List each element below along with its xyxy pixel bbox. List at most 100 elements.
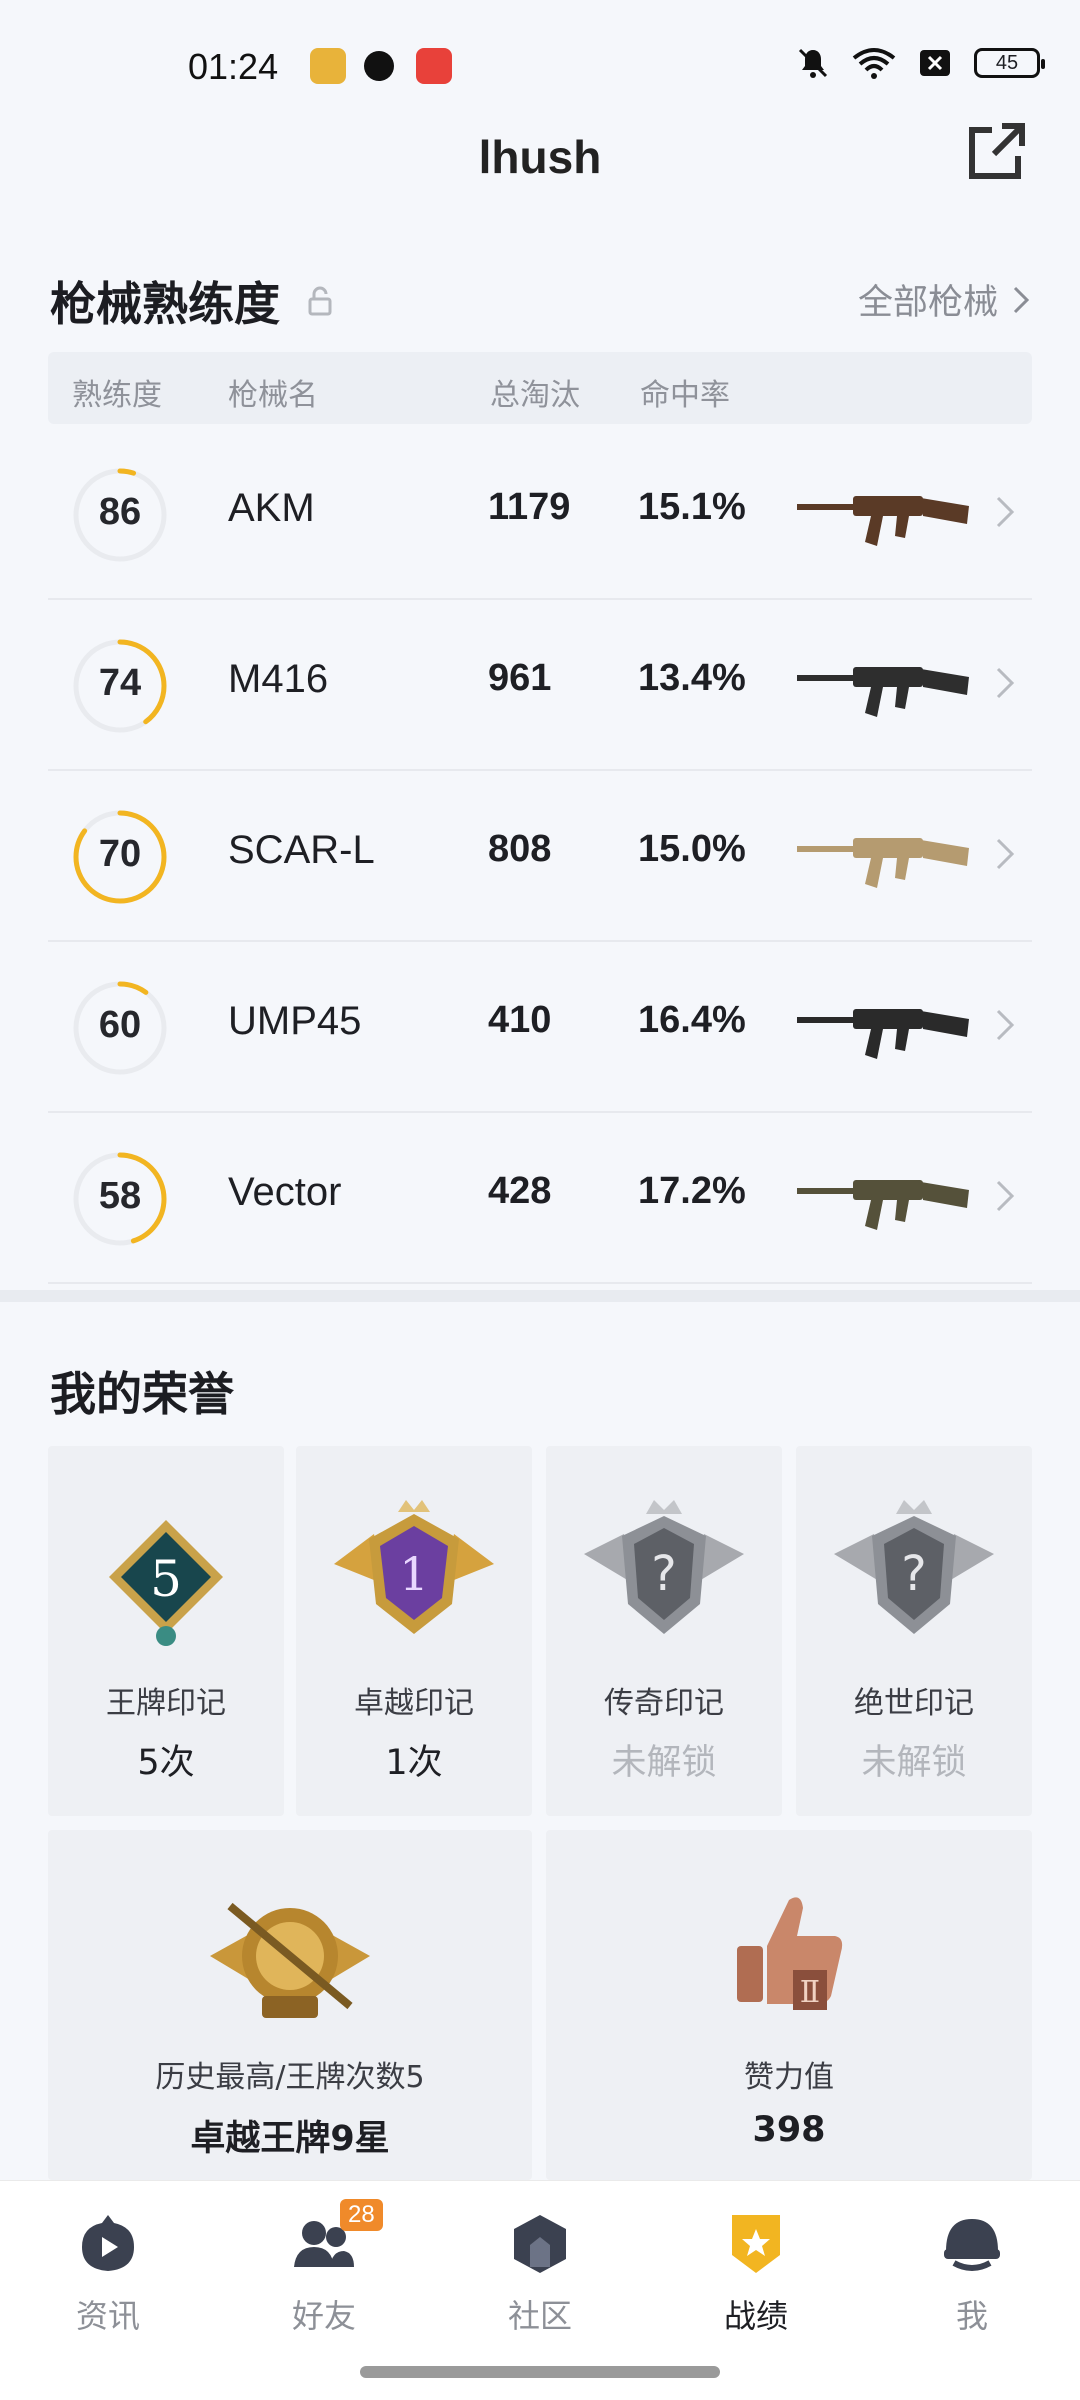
all-weapons-label: 全部枪械 [857,283,998,323]
honor-badge-legend[interactable]: ? 传奇印记 未解锁 [546,1446,782,1816]
all-weapons-link[interactable]: 全部枪械 [858,274,1030,325]
share-icon[interactable] [964,120,1028,184]
weapon-name: M416 [228,657,329,701]
weapon-name: UMP45 [228,999,362,1043]
svg-text:5: 5 [150,1550,182,1608]
weapon-accuracy: 16.4% [638,999,746,1041]
col-total-kills: 总淘汰 [490,378,580,413]
chevron-right-icon [996,1009,1015,1041]
tab-label: 社区 [507,2297,572,2335]
chevron-right-icon [996,1180,1015,1212]
weapons-section-header: 枪械熟练度 全部枪械 [50,268,1030,331]
weapon-accuracy: 17.2% [638,1170,746,1212]
page-title: lhush [478,131,602,183]
weapon-kills: 1179 [488,486,571,528]
weapon-row[interactable]: 60 UMP45 410 16.4% [48,943,1032,1113]
weapon-kills: 808 [488,828,552,870]
likes-value: 398 [752,2110,826,2150]
proficiency-ring: 86 [70,465,170,565]
community-icon [514,2215,566,2273]
col-weapon-name: 枪械名 [228,378,318,413]
honor-badge-ace[interactable]: 5 王牌印记 5次 [48,1446,284,1816]
honor-name: 传奇印记 [604,1686,724,1721]
weapon-image-icon [797,1180,969,1230]
svg-text:?: ? [651,1546,676,1602]
honor-value: 1次 [385,1743,443,1783]
honor-name: 卓越印记 [354,1686,474,1721]
chevron-right-icon [1013,286,1030,313]
proficiency-level: 70 [98,833,142,875]
weapon-kills: 428 [488,1170,552,1212]
weapons-section-title: 枪械熟练度 [50,277,280,331]
svg-text:?: ? [901,1546,926,1602]
honors-section-title: 我的荣誉 [50,1367,234,1421]
honor-value: 未解锁 [861,1743,967,1783]
proficiency-ring: 74 [70,636,170,736]
wifi-icon [852,48,896,79]
home-indicator [360,2366,720,2378]
news-icon [82,2215,134,2271]
weapon-row[interactable]: 86 AKM 1179 15.1% [48,430,1032,600]
proficiency-ring: 60 [70,978,170,1078]
weapon-kills: 410 [488,999,552,1041]
status-time: 01:24 [188,46,279,87]
highest-rank-label: 历史最高/王牌次数5 [155,2060,425,2095]
col-proficiency: 熟练度 [72,378,162,413]
game-app-icon [310,48,346,84]
highest-rank-value: 卓越王牌9星 [190,2119,390,2159]
elite-emblem-icon: 1 [334,1500,494,1634]
weapon-image-icon [797,667,969,717]
weapon-name: AKM [228,486,315,530]
proficiency-ring: 70 [70,807,170,907]
honor-value: 5次 [137,1743,195,1783]
status-bar: 01:24 45 [0,0,1080,135]
weapons-table-header: 熟练度 枪械名 总淘汰 命中率 [48,352,1032,424]
sim-off-icon [920,50,950,76]
section-divider [0,1290,1080,1302]
proficiency-level: 74 [98,662,142,704]
weapon-name: Vector [228,1170,342,1214]
honors-section-header: 我的荣誉 [50,1358,1030,1421]
record-icon [732,2215,780,2273]
chevron-right-icon [996,838,1015,870]
profile-icon [944,2219,1000,2271]
tab-label: 我 [955,2297,988,2335]
honor-badge-elite[interactable]: 1 卓越印记 1次 [296,1446,532,1816]
chevron-right-icon [996,667,1015,699]
lock-icon[interactable] [307,286,333,316]
weapon-row[interactable]: 74 M416 961 13.4% [48,601,1032,771]
shield-app-icon [364,51,394,81]
svg-text:Ⅱ: Ⅱ [800,1975,820,2010]
honor-name: 绝世印记 [854,1686,974,1721]
proficiency-ring: 58 [70,1149,170,1249]
weapon-row[interactable]: 58 Vector 428 17.2% [48,1114,1032,1284]
ace-emblem-icon: 5 [109,1520,223,1646]
honor-badge-peerless[interactable]: ? 绝世印记 未解锁 [796,1446,1032,1816]
battery-indicator: 45 [974,48,1045,78]
chevron-right-icon [996,496,1015,528]
likes-card[interactable]: Ⅱ 赞力值 398 [546,1830,1032,2180]
tab-label: 好友 [291,2297,356,2335]
locked-emblem-icon: ? [584,1500,744,1634]
weapon-name: SCAR-L [228,828,375,872]
highest-rank-card[interactable]: 历史最高/王牌次数5 卓越王牌9星 [48,1830,532,2180]
proficiency-level: 58 [98,1175,142,1217]
weapon-image-icon [797,496,969,546]
honor-value: 未解锁 [611,1743,717,1783]
tab-label: 资讯 [75,2297,140,2335]
thumbs-up-icon: Ⅱ [737,1897,843,2010]
music-app-icon [416,48,452,84]
weapon-accuracy: 15.1% [638,486,746,528]
page-header: lhush [0,118,1080,198]
proficiency-level: 86 [98,491,142,533]
mute-icon [798,48,828,78]
weapon-image-icon [797,1009,969,1059]
weapon-row[interactable]: 70 SCAR-L 808 15.0% [48,772,1032,942]
weapon-accuracy: 13.4% [638,657,746,699]
svg-text:1: 1 [399,1547,428,1601]
proficiency-level: 60 [98,1004,142,1046]
likes-label: 赞力值 [744,2060,834,2095]
friends-notification-badge: 28 [340,2199,383,2231]
weapon-image-icon [797,838,969,888]
weapon-kills: 961 [488,657,552,699]
